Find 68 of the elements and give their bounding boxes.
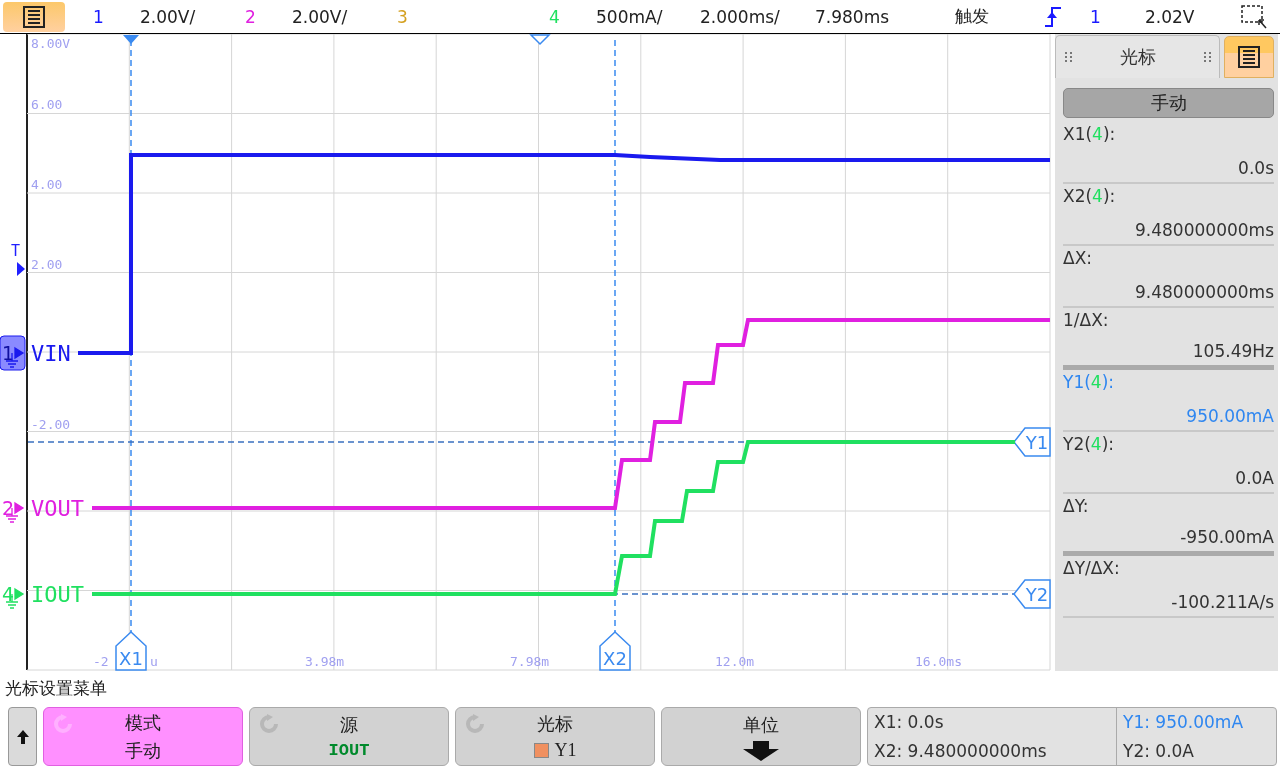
mode-button[interactable]: 手动 <box>1063 88 1274 118</box>
delay: 7.980ms <box>815 6 890 27</box>
axis-label: 4.00 <box>31 177 63 192</box>
up-arrow-icon <box>15 728 30 745</box>
channel-scale: 2.00V/ <box>140 6 196 27</box>
triangle-icon <box>529 34 551 46</box>
channel-marker[interactable]: 1 <box>0 335 26 371</box>
channel-scale: 2.00V/ <box>292 6 348 27</box>
cursor-label: Y2(4): <box>1063 434 1116 454</box>
cursor-label: X1(4): <box>1063 124 1117 144</box>
axis-label: 8.00V <box>31 36 71 51</box>
grip-icon <box>1064 51 1072 63</box>
cursor-value: 950.00mA <box>1186 406 1274 426</box>
grip-icon <box>1203 51 1211 63</box>
cursor-label: ΔY/ΔX: <box>1063 558 1121 578</box>
cursor-value: -950.00mA <box>1180 527 1274 547</box>
channel-scale: 500mA/ <box>596 6 663 27</box>
channel-label: IOUT <box>31 582 84 607</box>
axis-label: 16.0ms <box>915 654 962 669</box>
axis-label: -2.00 <box>31 417 71 432</box>
softkey[interactable]: 单位 <box>661 707 861 766</box>
softkey[interactable]: 光标 Y1 <box>455 707 655 766</box>
axis-label: -2 <box>93 654 109 669</box>
trigger-level: 2.02V <box>1145 6 1195 27</box>
menu-title: 光标设置菜单 <box>5 676 107 700</box>
axis-label: 6.00 <box>31 97 63 112</box>
axis-label: 7.98m <box>510 654 550 669</box>
cursor-value: -100.211A/s <box>1171 592 1274 612</box>
channel-label: VOUT <box>31 496 84 521</box>
axis-label: 2.00 <box>31 257 63 272</box>
axis-label: 3.98m <box>305 654 345 669</box>
readout-value: Y2: 0.0A <box>1123 740 1195 761</box>
trigger-source: 1 <box>1090 6 1101 27</box>
triangle-icon <box>123 35 139 44</box>
cursor-value: 9.480000000ms <box>1135 282 1274 302</box>
cursor-label: ΔY: <box>1063 496 1090 516</box>
cursor-value: 0.0A <box>1235 468 1274 488</box>
menu-button[interactable] <box>3 1 65 32</box>
cursor-marker[interactable]: X2 <box>599 630 631 671</box>
rising-edge-icon <box>1043 5 1063 28</box>
channel-label: VIN <box>31 341 71 366</box>
cursor-value: 0.0s <box>1238 158 1274 178</box>
softkey[interactable]: 源 IOUT <box>249 707 449 766</box>
readout-value: Y1: 950.00mA <box>1123 712 1243 733</box>
cursor-tab[interactable]: 光标 <box>1055 35 1220 78</box>
menu-button[interactable] <box>1224 36 1274 78</box>
softkey[interactable]: 模式 手动 <box>43 707 243 766</box>
cursor-value: 105.49Hz <box>1192 341 1274 361</box>
cursor-label: X2(4): <box>1063 186 1117 206</box>
up-button[interactable] <box>8 707 37 766</box>
channel-number[interactable]: 3 <box>397 6 444 27</box>
cursor-marker[interactable]: X1 <box>115 630 147 671</box>
axis-label: 12.0m <box>715 654 755 669</box>
cursor-label: ΔX: <box>1063 248 1093 268</box>
cursor-label: 1/ΔX: <box>1063 310 1110 330</box>
trigger-label: 触发 <box>955 5 989 28</box>
cursor-label: Y1(4): <box>1063 372 1116 392</box>
readout-value: X1: 0.0s <box>874 712 945 733</box>
menu-icon <box>21 3 47 30</box>
channel-number[interactable]: 1 <box>93 6 140 27</box>
timebase: 2.000ms/ <box>700 6 780 27</box>
cursor-value: 9.480000000ms <box>1135 220 1274 240</box>
axis-label: u <box>150 654 158 669</box>
down-arrow-icon <box>741 740 781 761</box>
zoom-select-icon[interactable] <box>1240 3 1268 30</box>
menu-icon <box>1236 44 1262 70</box>
readout-value: X2: 9.480000000ms <box>874 740 1048 761</box>
channel-number[interactable]: 2 <box>245 6 292 27</box>
